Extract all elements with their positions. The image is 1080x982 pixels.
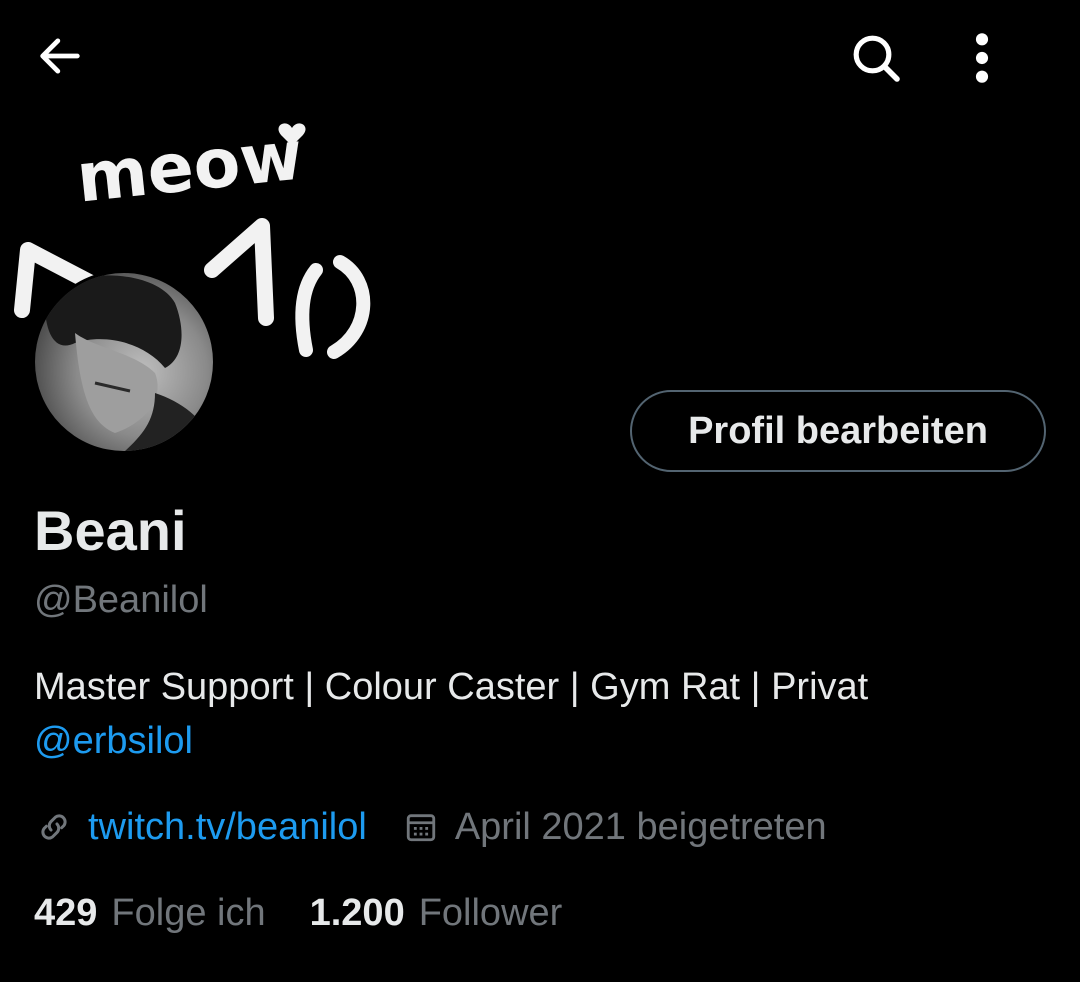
following-count: 429 (34, 892, 98, 934)
more-vertical-icon (975, 33, 989, 83)
bio-text: Master Support | Colour Caster | Gym Rat… (34, 666, 869, 708)
profile-stats: 429 Folge ich 1.200 Follower (34, 886, 606, 940)
followers-stat-link[interactable]: 1.200 Follower (310, 886, 563, 940)
link-icon (34, 807, 74, 847)
arrow-left-icon (40, 38, 80, 74)
profile-avatar[interactable] (32, 270, 216, 454)
edit-profile-button[interactable]: Profil bearbeiten (630, 390, 1046, 472)
display-name: Beani (34, 499, 187, 562)
avatar-image (35, 273, 213, 451)
bio-mention-link[interactable]: @erbsilol (34, 720, 193, 762)
more-options-button[interactable] (972, 30, 1052, 110)
profile-bio: Master Support | Colour Caster | Gym Rat… (34, 660, 1044, 768)
user-handle: @Beanilol (34, 579, 208, 621)
calendar-icon (401, 807, 441, 847)
website-link[interactable]: twitch.tv/beanilol (88, 800, 367, 854)
back-button[interactable] (34, 30, 114, 110)
banner-meow-text: meow (73, 116, 307, 218)
search-icon (853, 35, 900, 82)
profile-meta-row: twitch.tv/beanilol April 2021 beigetrete… (34, 800, 827, 854)
followers-count: 1.200 (309, 892, 405, 934)
followers-label: Follower (418, 892, 563, 934)
search-button[interactable] (848, 30, 928, 110)
joined-date: April 2021 beigetreten (454, 806, 827, 848)
following-label: Folge ich (111, 892, 266, 934)
following-stat-link[interactable]: 429 Folge ich (34, 886, 266, 940)
